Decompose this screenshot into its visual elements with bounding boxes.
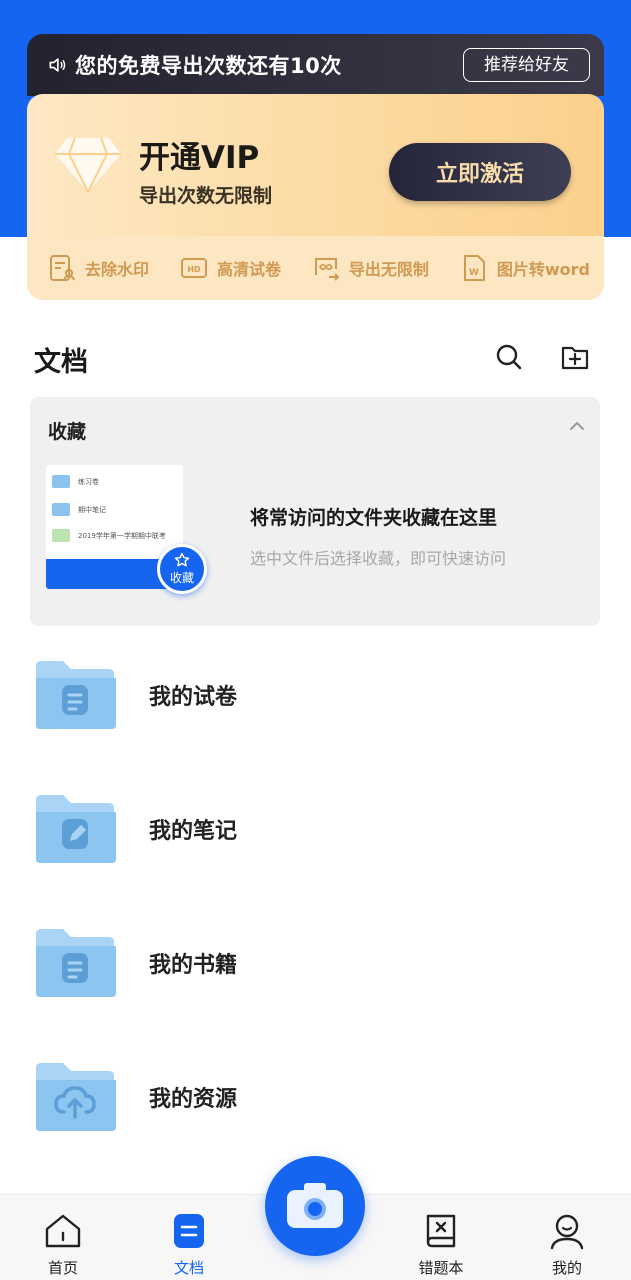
feature-remove-watermark[interactable]: 去除水印 <box>47 253 149 283</box>
feature-hd-exam[interactable]: HD 高清试卷 <box>179 253 281 283</box>
profile-icon <box>550 1214 584 1250</box>
folder-label: 我的资源 <box>149 1087 238 1112</box>
nav-mistake-book[interactable]: 错题本 <box>406 1211 476 1278</box>
nav-profile[interactable]: 我的 <box>532 1211 602 1278</box>
vip-subtitle: 导出次数无限制 <box>139 185 273 207</box>
vip-banner: 开通VIP 导出次数无限制 立即激活 <box>27 94 604 236</box>
hd-icon: HD <box>180 258 207 278</box>
folder-label: 我的试卷 <box>149 685 238 710</box>
folder-label: 我的笔记 <box>149 819 238 844</box>
vip-card: 您的免费导出次数还有10次 推荐给好友 开通VIP 导出次数无限制 立即激活 去… <box>27 34 604 300</box>
document-icon <box>174 1214 204 1248</box>
feature-label: 去除水印 <box>85 260 150 279</box>
home-icon <box>45 1214 81 1248</box>
star-icon <box>174 552 190 567</box>
feature-image-to-word[interactable]: W 图片转word <box>459 253 590 283</box>
vip-features: 去除水印 HD 高清试卷 导出无限制 W 图片转word <box>27 236 604 300</box>
camera-icon <box>287 1183 343 1228</box>
search-icon[interactable] <box>494 342 524 372</box>
cloud-upload-folder-icon <box>36 1063 116 1131</box>
watermark-icon <box>50 255 75 281</box>
diamond-icon <box>55 137 121 195</box>
favorites-empty-hint: 选中文件后选择收藏，即可快速访问 <box>250 549 507 568</box>
free-export-notice: 您的免费导出次数还有10次 <box>75 54 342 78</box>
documents-header: 文档 <box>34 336 596 380</box>
mistake-book-icon <box>426 1214 456 1248</box>
recommend-friend-button[interactable]: 推荐给好友 <box>463 48 590 82</box>
nav-documents[interactable]: 文档 <box>154 1211 224 1278</box>
thumb-row: 练习卷 <box>52 475 99 488</box>
favorites-panel: 收藏 练习卷 期中笔记 2019学年第一学期期中联考 收藏 将常访问的文件夹收藏… <box>30 397 600 626</box>
thumb-row: 2019学年第一学期期中联考 <box>52 529 166 542</box>
exam-folder-icon <box>36 661 116 729</box>
infinite-export-icon <box>314 258 340 281</box>
chevron-up-icon[interactable] <box>568 419 586 433</box>
feature-unlimited-export[interactable]: 导出无限制 <box>311 253 429 283</box>
feature-label: 高清试卷 <box>216 260 281 279</box>
svg-text:HD: HD <box>187 265 201 274</box>
vip-title: 开通VIP <box>139 140 260 176</box>
feature-label: 图片转word <box>496 260 590 279</box>
nav-home[interactable]: 首页 <box>28 1211 98 1278</box>
word-icon: W <box>463 255 485 281</box>
folder-label: 我的书籍 <box>149 953 238 978</box>
speaker-icon <box>49 58 66 72</box>
folder-my-notes[interactable]: 我的笔记 <box>34 794 594 864</box>
notes-folder-icon <box>36 795 116 863</box>
folder-my-exams[interactable]: 我的试卷 <box>34 660 594 730</box>
thumb-row: 期中笔记 <box>52 503 106 516</box>
books-folder-icon <box>36 929 116 997</box>
svg-text:W: W <box>469 268 479 278</box>
camera-button[interactable] <box>265 1156 365 1256</box>
favorite-badge: 收藏 <box>157 544 207 594</box>
favorites-title: 收藏 <box>48 421 87 443</box>
folder-my-books[interactable]: 我的书籍 <box>34 928 594 998</box>
notice-bar: 您的免费导出次数还有10次 推荐给好友 <box>27 34 604 96</box>
feature-label: 导出无限制 <box>348 260 429 279</box>
activate-vip-button[interactable]: 立即激活 <box>389 143 571 201</box>
folder-my-resources[interactable]: 我的资源 <box>34 1062 594 1132</box>
new-folder-icon[interactable] <box>560 342 590 372</box>
favorites-empty-title: 将常访问的文件夹收藏在这里 <box>250 507 498 529</box>
page-title: 文档 <box>34 347 88 378</box>
